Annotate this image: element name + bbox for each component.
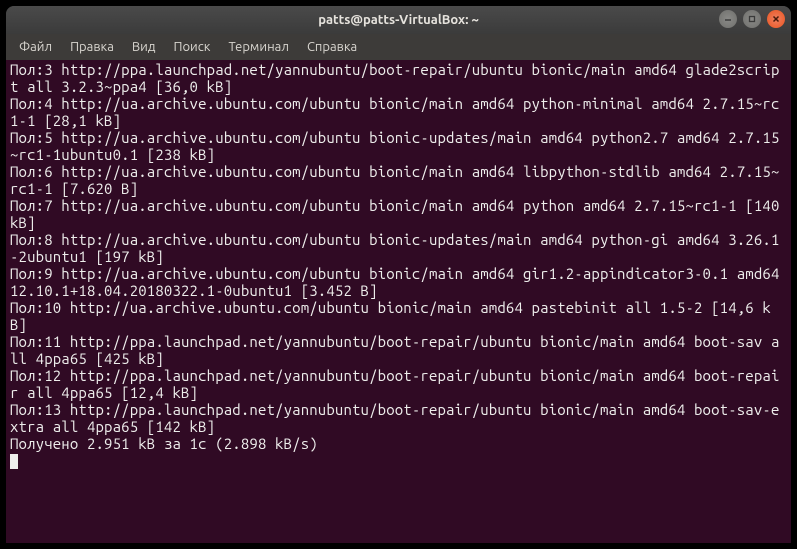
menu-help[interactable]: Справка bbox=[298, 37, 366, 57]
terminal-line: Получено 2.951 kB за 1с (2.898 kB/s) bbox=[10, 435, 787, 452]
terminal-line: Пол:10 http://ua.archive.ubuntu.com/ubun… bbox=[10, 299, 787, 333]
maximize-icon bbox=[747, 14, 757, 24]
terminal-line: Пол:13 http://ppa.launchpad.net/yannubun… bbox=[10, 401, 787, 435]
titlebar: patts@patts-VirtualBox: ~ bbox=[6, 6, 791, 34]
terminal-cursor-line bbox=[10, 452, 787, 469]
menu-search[interactable]: Поиск bbox=[164, 37, 219, 57]
terminal-line: Пол:11 http://ppa.launchpad.net/yannubun… bbox=[10, 333, 787, 367]
menu-view[interactable]: Вид bbox=[123, 37, 165, 57]
cursor-icon bbox=[10, 454, 18, 469]
terminal-line: Пол:9 http://ua.archive.ubuntu.com/ubunt… bbox=[10, 265, 787, 299]
terminal-window: patts@patts-VirtualBox: ~ Файл Правка Ви… bbox=[6, 6, 791, 543]
menubar: Файл Правка Вид Поиск Терминал Справка bbox=[6, 34, 791, 60]
terminal-line: Пол:4 http://ua.archive.ubuntu.com/ubunt… bbox=[10, 95, 787, 129]
terminal-line: Пол:5 http://ua.archive.ubuntu.com/ubunt… bbox=[10, 129, 787, 163]
close-button[interactable] bbox=[767, 10, 785, 28]
terminal-line: Пол:6 http://ua.archive.ubuntu.com/ubunt… bbox=[10, 163, 787, 197]
terminal-line: Пол:12 http://ppa.launchpad.net/yannubun… bbox=[10, 367, 787, 401]
maximize-button[interactable] bbox=[743, 10, 761, 28]
terminal-line: Пол:8 http://ua.archive.ubuntu.com/ubunt… bbox=[10, 231, 787, 265]
terminal-output[interactable]: Пол:3 http://ppa.launchpad.net/yannubunt… bbox=[6, 60, 791, 543]
minimize-button[interactable] bbox=[719, 10, 737, 28]
minimize-icon bbox=[723, 14, 733, 24]
menu-terminal[interactable]: Терминал bbox=[219, 37, 297, 57]
window-title: patts@patts-VirtualBox: ~ bbox=[318, 13, 479, 27]
window-controls bbox=[719, 10, 785, 28]
menu-edit[interactable]: Правка bbox=[61, 37, 123, 57]
menu-file[interactable]: Файл bbox=[10, 37, 61, 57]
close-icon bbox=[771, 14, 781, 24]
terminal-line: Пол:7 http://ua.archive.ubuntu.com/ubunt… bbox=[10, 197, 787, 231]
terminal-line: Пол:3 http://ppa.launchpad.net/yannubunt… bbox=[10, 61, 787, 95]
